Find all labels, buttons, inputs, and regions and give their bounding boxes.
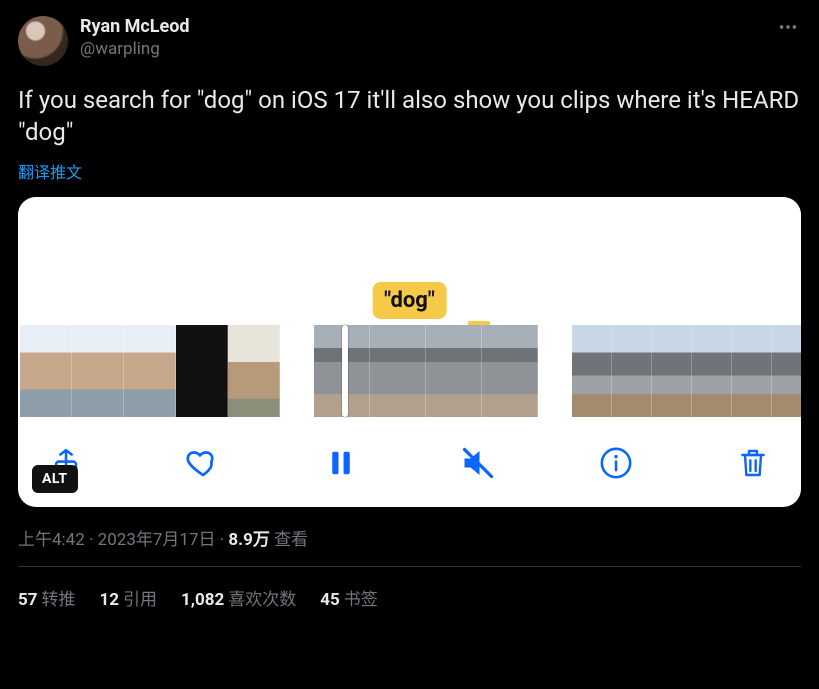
trash-icon <box>737 446 769 480</box>
clip-frame[interactable] <box>732 325 772 417</box>
stat-label: 书签 <box>344 590 378 610</box>
like-button[interactable] <box>183 443 223 483</box>
stat-count: 57 <box>18 590 38 610</box>
tweet-date[interactable]: 2023年7月17日 <box>98 530 216 550</box>
tweet-meta: 上午4:42 · 2023年7月17日 · 8.9万 查看 <box>18 525 801 550</box>
tweet-header: Ryan McLeod @warpling <box>18 16 801 66</box>
search-term-badge: "dog" <box>372 282 447 319</box>
media-card[interactable]: "dog" <box>18 197 801 507</box>
user-handle[interactable]: @warpling <box>80 39 190 60</box>
mute-button[interactable] <box>458 443 498 483</box>
clip-frame[interactable] <box>772 325 801 417</box>
clip-frame[interactable] <box>572 325 612 417</box>
tweet-container: Ryan McLeod @warpling If you search for … <box>0 0 819 610</box>
separator: · <box>216 530 229 550</box>
stat-label: 引用 <box>123 590 157 610</box>
alt-badge[interactable]: ALT <box>32 465 78 493</box>
tweet-text: If you search for "dog" on iOS 17 it'll … <box>18 84 801 149</box>
stat-label: 喜欢次数 <box>228 590 296 610</box>
tweet-stats: 57转推 12引用 1,082喜欢次数 45书签 <box>18 567 801 610</box>
more-icon <box>777 16 799 38</box>
clip-frame[interactable] <box>482 325 538 417</box>
views-label: 查看 <box>270 530 308 550</box>
quotes-stat[interactable]: 12引用 <box>100 585 158 610</box>
views-count[interactable]: 8.9万 <box>228 530 269 550</box>
bookmarks-stat[interactable]: 45书签 <box>320 585 378 610</box>
pause-button[interactable] <box>321 443 361 483</box>
heart-icon <box>185 445 221 481</box>
delete-button[interactable] <box>733 443 773 483</box>
clip-frame[interactable] <box>228 325 280 417</box>
media-header-area: "dog" <box>18 197 801 325</box>
clip-frame[interactable] <box>124 325 176 417</box>
retweets-stat[interactable]: 57转推 <box>18 585 76 610</box>
clip-frame[interactable] <box>692 325 732 417</box>
clip-frame[interactable] <box>652 325 692 417</box>
clip-frame[interactable] <box>612 325 652 417</box>
avatar[interactable] <box>18 16 68 66</box>
clip-frame[interactable] <box>176 325 228 417</box>
clip-group[interactable] <box>20 325 280 417</box>
mute-icon <box>460 445 496 481</box>
tweet-time[interactable]: 上午4:42 <box>18 530 85 550</box>
media-toolbar <box>18 417 801 507</box>
display-name[interactable]: Ryan McLeod <box>80 16 190 39</box>
clip-frame[interactable] <box>20 325 72 417</box>
clip-frame[interactable] <box>426 325 482 417</box>
video-timeline[interactable] <box>18 325 801 417</box>
translate-link[interactable]: 翻译推文 <box>18 159 82 183</box>
clip-frame[interactable] <box>72 325 124 417</box>
stat-label: 转推 <box>42 590 76 610</box>
stat-count: 1,082 <box>181 590 224 610</box>
clip-group[interactable] <box>572 325 801 417</box>
separator: · <box>85 530 98 550</box>
pause-icon <box>326 446 356 480</box>
clip-frame[interactable] <box>370 325 426 417</box>
stat-count: 45 <box>320 590 340 610</box>
author-names: Ryan McLeod @warpling <box>80 16 190 60</box>
likes-stat[interactable]: 1,082喜欢次数 <box>181 585 296 610</box>
info-button[interactable] <box>596 443 636 483</box>
stat-count: 12 <box>100 590 120 610</box>
info-icon <box>599 446 633 480</box>
playhead[interactable] <box>342 325 348 417</box>
clip-group[interactable] <box>314 325 538 417</box>
more-options-button[interactable] <box>771 10 805 44</box>
